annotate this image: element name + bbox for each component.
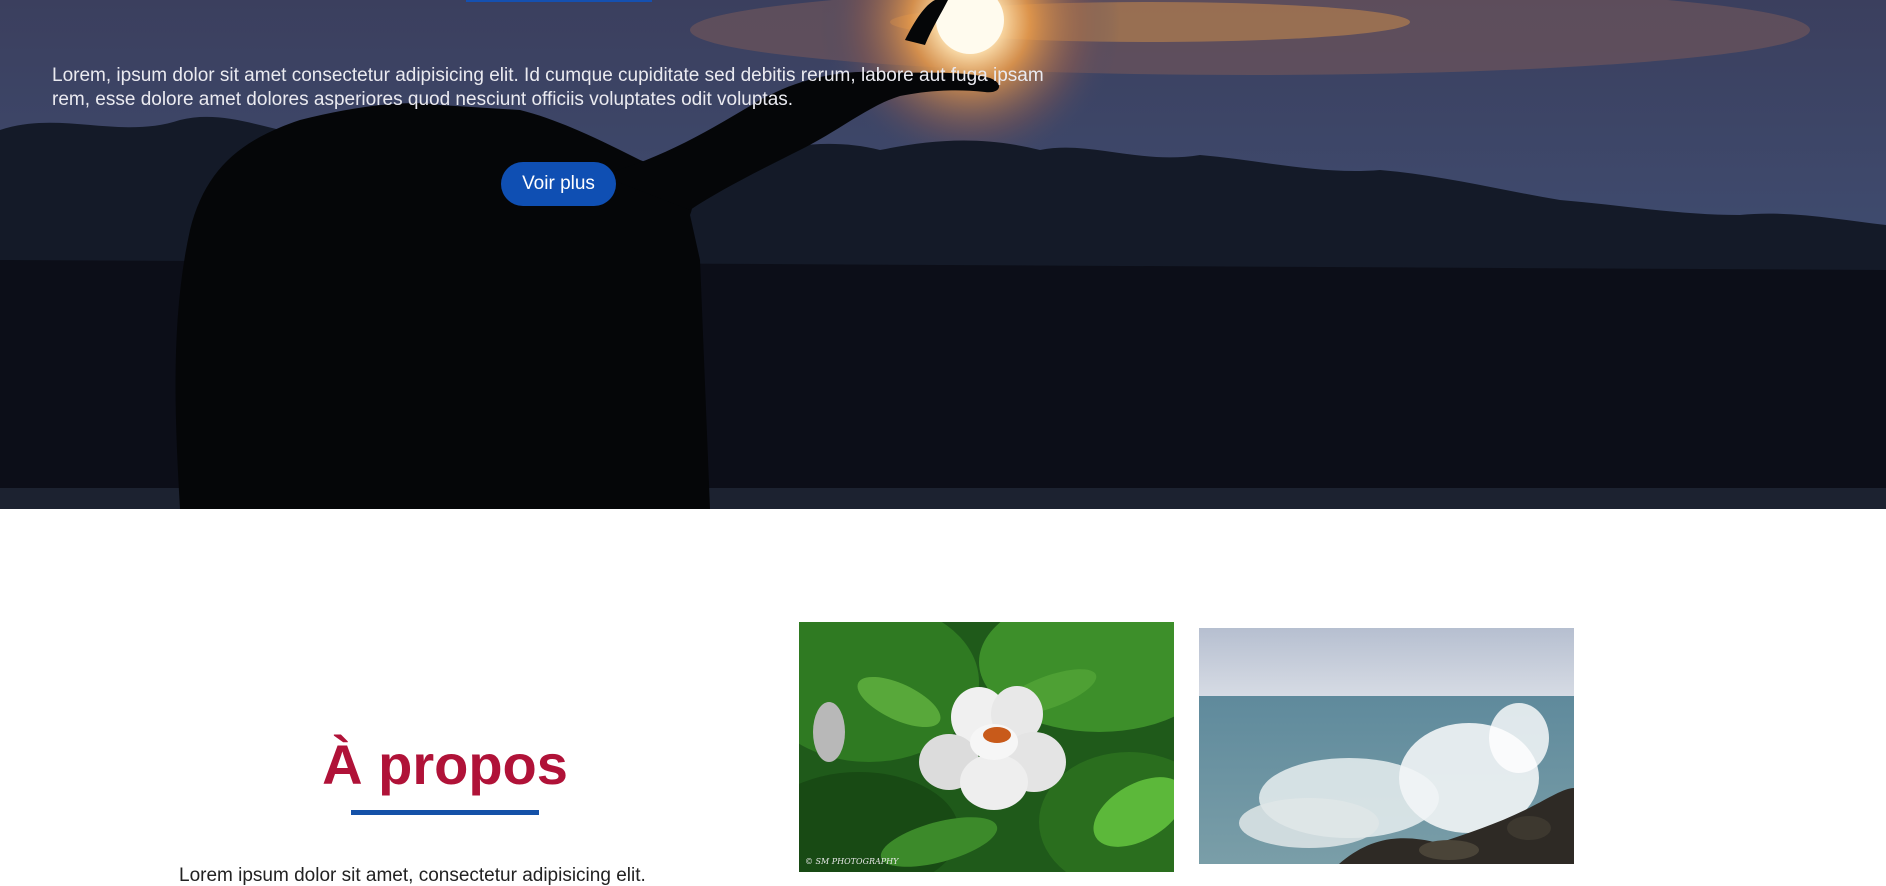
about-text: Lorem ipsum dolor sit amet, consectetur … [179, 865, 646, 886]
about-title: À propos [322, 733, 568, 796]
hero-title-underline [466, 0, 652, 2]
flower-photo: © SM PHOTOGRAPHY [799, 622, 1174, 872]
hero-section: Lorem, ipsum dolor sit amet consectetur … [0, 0, 1886, 509]
photo-watermark: © SM PHOTOGRAPHY [805, 857, 899, 866]
about-title-underline [351, 810, 539, 815]
hero-description: Lorem, ipsum dolor sit amet consectetur … [52, 65, 1044, 110]
page: Lorem, ipsum dolor sit amet consectetur … [0, 0, 1886, 886]
voir-plus-button[interactable]: Voir plus [501, 162, 616, 206]
sea-waves-photo [1199, 628, 1574, 864]
